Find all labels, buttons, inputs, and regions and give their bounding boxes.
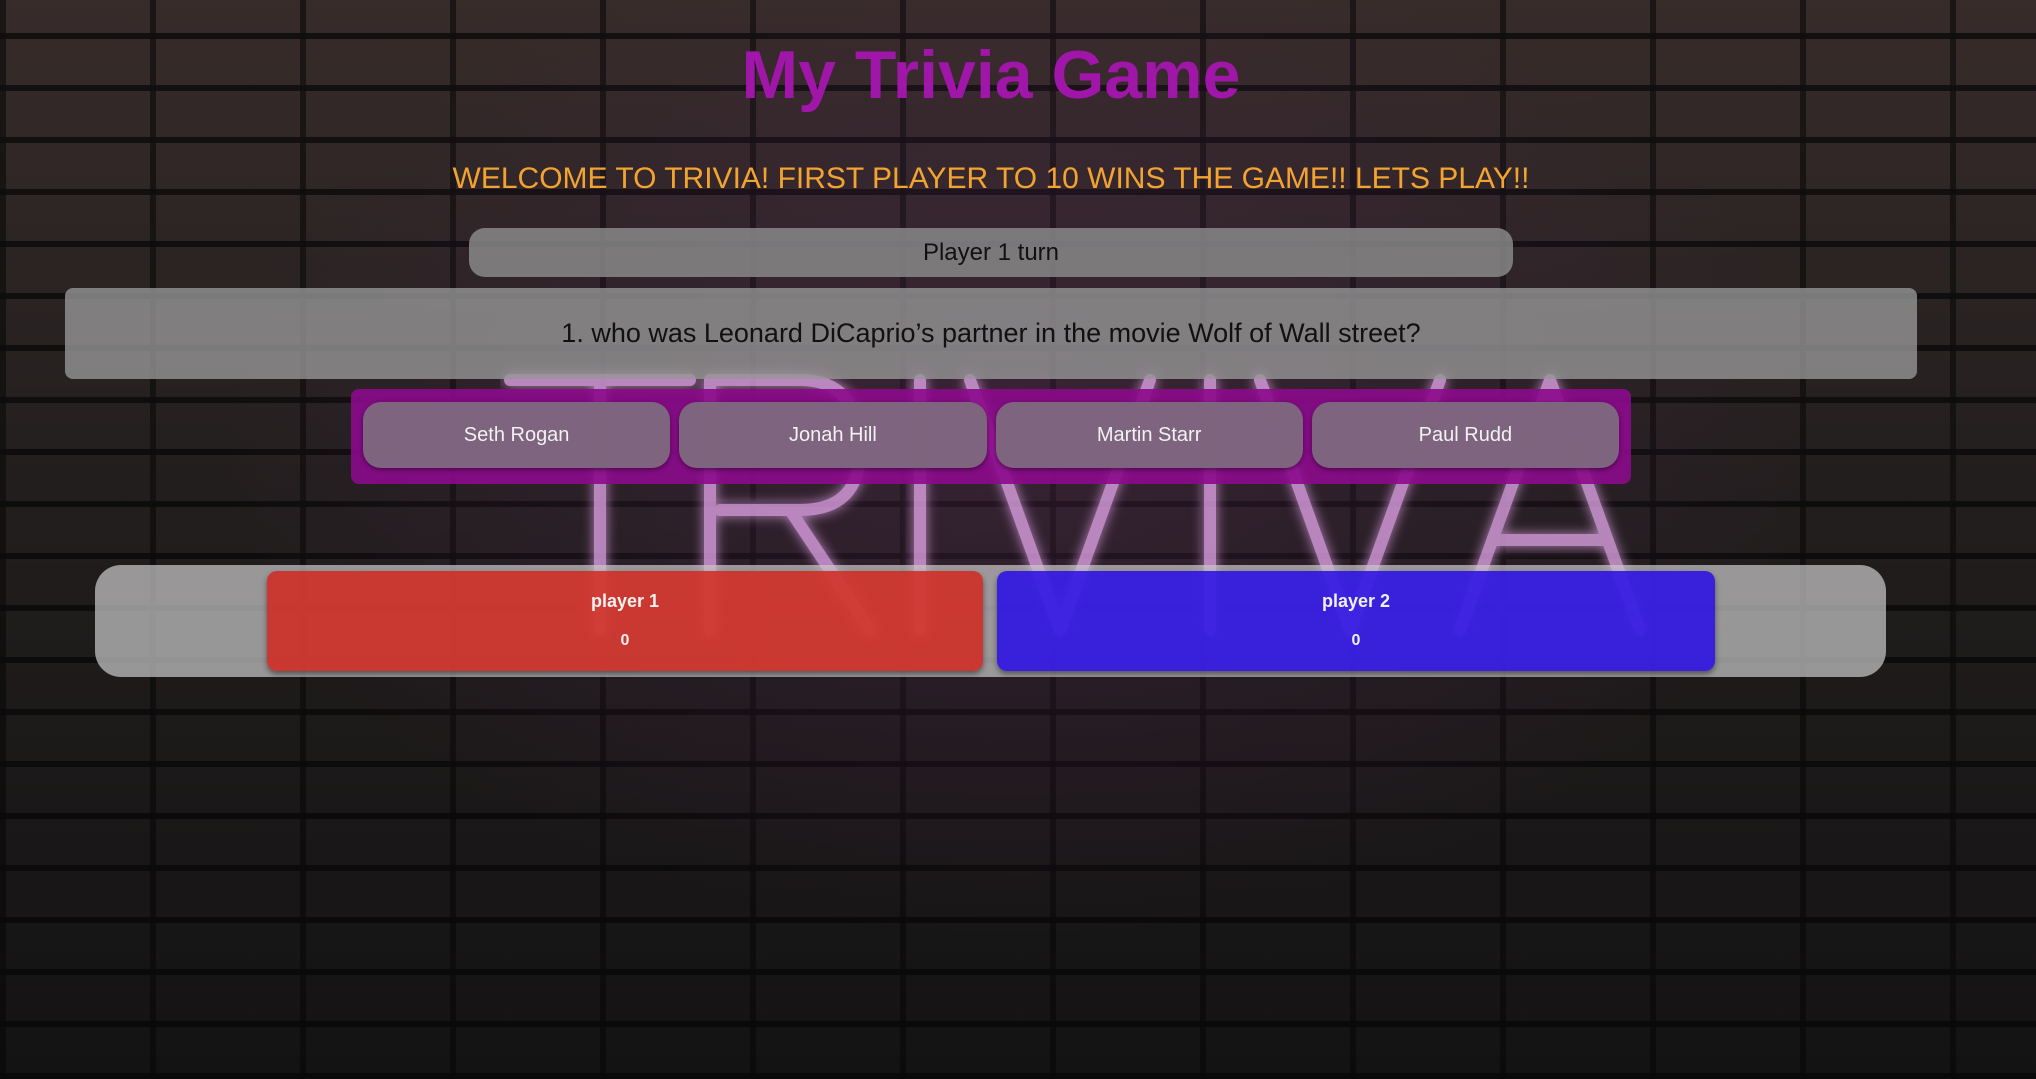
player-1-card: player 1 0: [267, 571, 983, 671]
turn-indicator: Player 1 turn: [469, 228, 1513, 277]
player-2-name: player 2: [1321, 591, 1391, 611]
question-text: 1. who was Leonard DiCaprio’s partner in…: [561, 318, 1421, 348]
player-2-score: 0: [1351, 632, 1361, 649]
turn-label: Player 1 turn: [922, 238, 1060, 266]
question-box: 1. who was Leonard DiCaprio’s partner in…: [65, 288, 1917, 379]
answer-button-3[interactable]: Martin Starr: [995, 402, 1303, 468]
welcome-message: WELCOME TO TRIVIA! FIRST PLAYER TO 10 WI…: [452, 162, 1530, 195]
answer-button-1[interactable]: Seth Rogan: [363, 402, 671, 468]
page-title: My Trivia Game: [741, 37, 1241, 113]
answers-panel: Seth Rogan Jonah Hill Martin Starr Paul …: [351, 389, 1631, 484]
player-1-name: player 1: [590, 591, 660, 611]
player-2-card: player 2 0: [997, 571, 1715, 671]
answer-button-2[interactable]: Jonah Hill: [679, 402, 987, 468]
player-1-score: 0: [620, 632, 630, 649]
answer-button-4[interactable]: Paul Rudd: [1311, 402, 1619, 468]
